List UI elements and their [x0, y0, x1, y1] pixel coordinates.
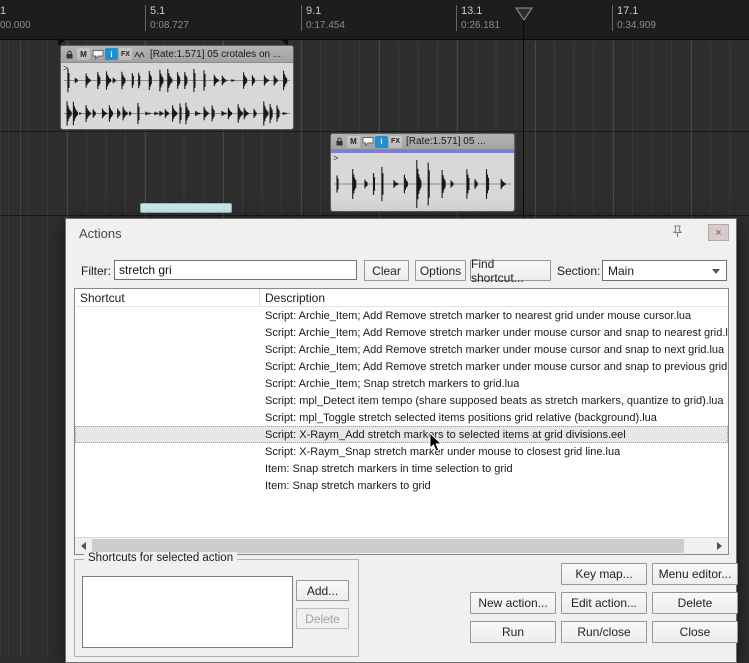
notes-icon[interactable] [91, 48, 104, 60]
props-icon[interactable] [133, 48, 146, 60]
mouse-cursor [429, 432, 443, 458]
close-button[interactable]: × [708, 224, 729, 241]
ruler-mark: 9.10:17.454 [301, 5, 345, 31]
action-row[interactable]: Script: Archie_Item; Add Remove stretch … [75, 307, 728, 324]
scroll-right-arrow[interactable] [711, 538, 728, 554]
run-close-button[interactable]: Run/close [561, 621, 647, 643]
delete-shortcut-button[interactable]: Delete [296, 608, 349, 629]
actions-dialog: Actions × Filter: Clear Options Find sho… [65, 218, 737, 663]
ruler-beat-label: 1 [0, 5, 31, 17]
action-description-cell: Script: Archie_Item; Add Remove stretch … [260, 361, 728, 373]
partial-media-item[interactable] [140, 203, 232, 213]
waveform-1a [64, 67, 290, 94]
section-label: Section: [557, 264, 600, 278]
action-row[interactable]: Script: X-Raym_Add stretch markers to se… [75, 426, 728, 443]
shortcuts-listbox[interactable] [82, 576, 293, 648]
action-row[interactable]: Script: Archie_Item; Add Remove stretch … [75, 358, 728, 375]
action-description-cell: Script: Archie_Item; Add Remove stretch … [260, 327, 728, 339]
item-selected-bar [331, 150, 514, 153]
action-description-cell: Script: mpl_Toggle stretch selected item… [260, 412, 657, 424]
take-marker: > [63, 63, 68, 73]
find-shortcut-button[interactable]: Find shortcut... [470, 260, 551, 281]
shortcuts-group-label: Shortcuts for selected action [84, 552, 237, 564]
edit-cursor-handle[interactable] [515, 7, 533, 26]
fx-icon[interactable]: FX [389, 136, 402, 148]
ruler-mark: 1 00.000 [0, 5, 31, 31]
action-row[interactable]: Script: X-Raym_Snap stretch marker under… [75, 443, 728, 460]
pin-icon[interactable] [670, 224, 685, 242]
waveform-2 [334, 159, 511, 209]
media-item-1[interactable]: M i FX [Rate:1.571] 05 crotales on ... > [60, 45, 294, 130]
action-row[interactable]: Item: Snap stretch markers in time selec… [75, 460, 728, 477]
item-title: [Rate:1.571] 05 crotales on ... [150, 49, 281, 60]
delete-action-button[interactable]: Delete [652, 592, 738, 614]
notes-icon[interactable] [361, 136, 374, 148]
item-title: [Rate:1.571] 05 ... [406, 136, 486, 147]
action-row[interactable]: Script: Archie_Item; Add Remove stretch … [75, 324, 728, 341]
run-button[interactable]: Run [470, 621, 556, 643]
timeline-ruler[interactable]: 1 00.000 5.10:08.727 9.10:17.454 13.10:26.… [0, 0, 749, 40]
action-description-cell: Script: Archie_Item; Add Remove stretch … [260, 310, 691, 322]
action-row[interactable]: Script: mpl_Detect item tempo (share sup… [75, 392, 728, 409]
action-row[interactable]: Script: mpl_Toggle stretch selected item… [75, 409, 728, 426]
key-map-button[interactable]: Key map... [561, 563, 647, 585]
action-description-cell: Item: Snap stretch markers to grid [260, 480, 431, 492]
action-row[interactable]: Script: Archie_Item; Add Remove stretch … [75, 341, 728, 358]
info-icon[interactable]: i [105, 48, 118, 60]
media-item-2[interactable]: M i FX [Rate:1.571] 05 ... > [330, 133, 515, 212]
column-header-shortcut[interactable]: Shortcut [75, 289, 260, 306]
action-list-rows: Script: Archie_Item; Add Remove stretch … [75, 307, 728, 537]
action-description-cell: Item: Snap stretch markers in time selec… [260, 463, 513, 475]
lock-icon[interactable] [333, 136, 346, 148]
track-separator [0, 131, 749, 132]
edit-action-button[interactable]: Edit action... [561, 592, 647, 614]
mute-icon[interactable]: M [347, 136, 360, 148]
item-header: M i FX [Rate:1.571] 05 ... [331, 134, 514, 150]
track-separator [0, 215, 749, 216]
lock-icon[interactable] [63, 48, 76, 60]
action-row[interactable]: Script: Archie_Item; Snap stretch marker… [75, 375, 728, 392]
ruler-time-label: 00.000 [0, 20, 31, 31]
dialog-title-bar[interactable]: Actions × [66, 219, 736, 245]
list-header: Shortcut Description [75, 289, 728, 307]
column-header-description[interactable]: Description [260, 291, 325, 305]
action-list[interactable]: Shortcut Description Script: Archie_Item… [74, 288, 729, 555]
filter-label: Filter: [81, 264, 111, 278]
section-value: Main [608, 264, 634, 278]
new-action-button[interactable]: New action... [470, 592, 556, 614]
shortcuts-groupbox: Shortcuts for selected action Add... Del… [74, 559, 359, 657]
action-row[interactable]: Item: Snap stretch markers to grid [75, 477, 728, 494]
info-icon[interactable]: i [375, 136, 388, 148]
mute-icon[interactable]: M [77, 48, 90, 60]
action-description-cell: Script: Archie_Item; Snap stretch marker… [260, 378, 519, 390]
action-description-cell: Script: mpl_Detect item tempo (share sup… [260, 395, 724, 407]
options-button[interactable]: Options [415, 260, 466, 281]
ruler-mark: 13.10:26.181 [456, 5, 500, 31]
item-header: M i FX [Rate:1.571] 05 crotales on ... [61, 46, 293, 63]
dialog-title: Actions [79, 226, 122, 241]
ruler-mark: 5.10:08.727 [145, 5, 189, 31]
take-marker: > [333, 153, 338, 163]
action-description-cell: Script: Archie_Item; Add Remove stretch … [260, 344, 724, 356]
add-shortcut-button[interactable]: Add... [296, 580, 349, 601]
menu-editor-button[interactable]: Menu editor... [652, 563, 738, 585]
close-dialog-button[interactable]: Close [652, 621, 738, 643]
chevron-down-icon [712, 269, 720, 274]
waveform-1b [64, 100, 290, 127]
section-dropdown[interactable]: Main [602, 260, 727, 281]
ruler-mark: 17.10:34.909 [612, 5, 656, 31]
scrollbar-thumb[interactable] [92, 539, 684, 553]
fx-icon[interactable]: FX [119, 48, 132, 60]
clear-button[interactable]: Clear [364, 260, 409, 281]
filter-input[interactable] [114, 260, 357, 280]
